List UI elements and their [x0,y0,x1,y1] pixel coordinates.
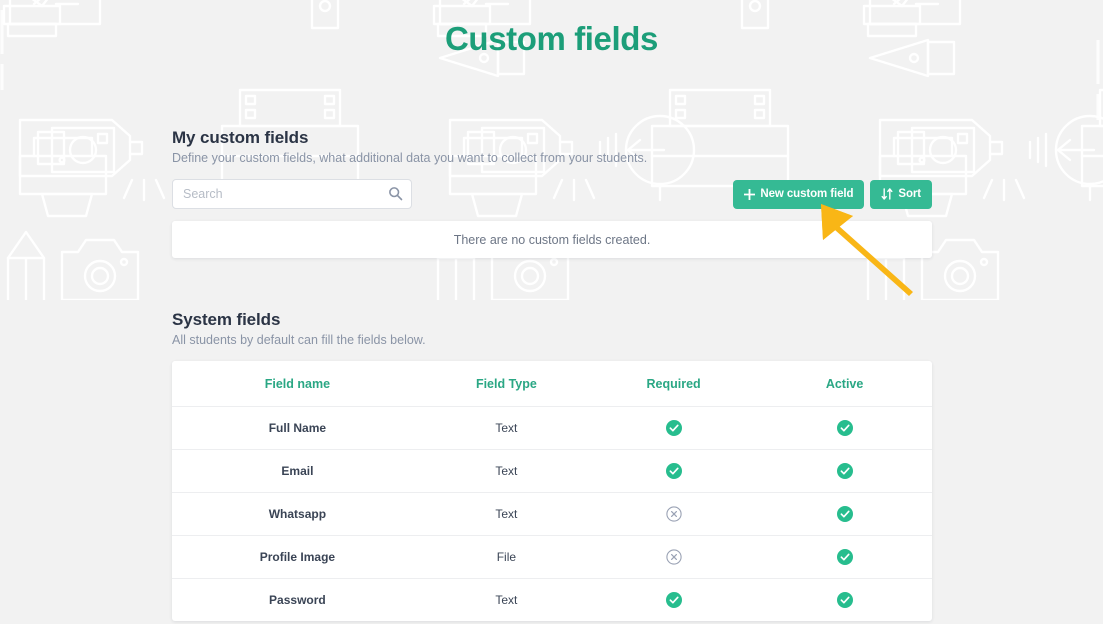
cell-required [590,579,757,622]
custom-fields-heading: My custom fields [172,128,309,147]
system-fields-heading: System fields [172,310,281,329]
cell-active [757,492,932,536]
sort-button[interactable]: Sort [870,179,932,209]
cell-active [757,406,932,450]
cell-required [589,406,758,450]
new-custom-field-button[interactable]: New custom field [733,179,865,209]
custom-fields-toolbar: New custom field Sort [172,179,932,209]
check-circle-icon [665,592,682,608]
cell-field-type: Text [422,406,590,450]
column-header-required: Required [589,361,758,407]
check-circle-icon [665,463,682,479]
check-circle-icon [836,506,853,522]
check-circle-icon [836,592,853,608]
column-header-field-type: Field Type [422,361,590,407]
cell-field-type: Text [422,449,590,493]
system-fields-card: Field name Field Type Required Active Fu… [172,361,932,621]
table-row: Email Text [172,449,932,493]
column-header-field-name: Field name [172,361,423,407]
cross-circle-icon [665,506,682,522]
custom-fields-subheading: Define your custom fields, what addition… [172,151,648,165]
toolbar-button-group: New custom field Sort [733,179,932,209]
main-content: My custom fields Define your custom fiel… [172,128,932,621]
cell-required [589,535,758,579]
check-circle-icon [665,420,682,436]
table-row: Whatsapp Text [172,492,932,536]
custom-fields-empty-card: There are no custom fields created. [172,221,932,258]
sort-arrows-icon [881,188,893,200]
search-input[interactable] [172,179,412,209]
check-circle-icon [836,463,853,479]
cell-field-name: Profile Image [172,535,423,579]
table-row: Profile Image File [172,535,932,579]
cell-field-type: Text [495,593,518,607]
search-field-wrapper [172,179,412,209]
cell-field-type: File [422,535,590,579]
system-fields-table-body: Full Name Text Email Text Whatsapp Text Profil… [172,406,932,622]
table-row: Full Name Text [172,406,932,450]
cell-field-name: Full Name [172,406,423,450]
table-header-row: Field name Field Type Required Active [172,361,932,407]
check-circle-icon [836,420,853,436]
cell-required [589,492,758,536]
cell-active [757,579,932,622]
cell-field-type: Text [422,492,590,536]
page-title: Custom fields [445,20,658,57]
cell-field-name: Whatsapp [172,492,423,536]
check-circle-icon [836,549,853,565]
plus-icon [744,188,756,200]
table-row: Password Text [172,579,932,622]
column-header-active: Active [757,361,932,407]
cell-active [757,535,932,579]
sort-label: Sort [898,188,921,200]
system-fields-subheading: All students by default can fill the fie… [172,333,426,347]
cell-field-name: Email [172,449,423,493]
cell-active [757,449,932,493]
search-icon [389,187,403,201]
new-custom-field-label: New custom field [760,188,854,200]
cell-field-name: Password [269,593,326,607]
system-fields-table: Field name Field Type Required Active Fu… [172,361,932,621]
cross-circle-icon [665,549,682,565]
cell-required [589,449,758,493]
empty-state-message: There are no custom fields created. [453,232,651,247]
